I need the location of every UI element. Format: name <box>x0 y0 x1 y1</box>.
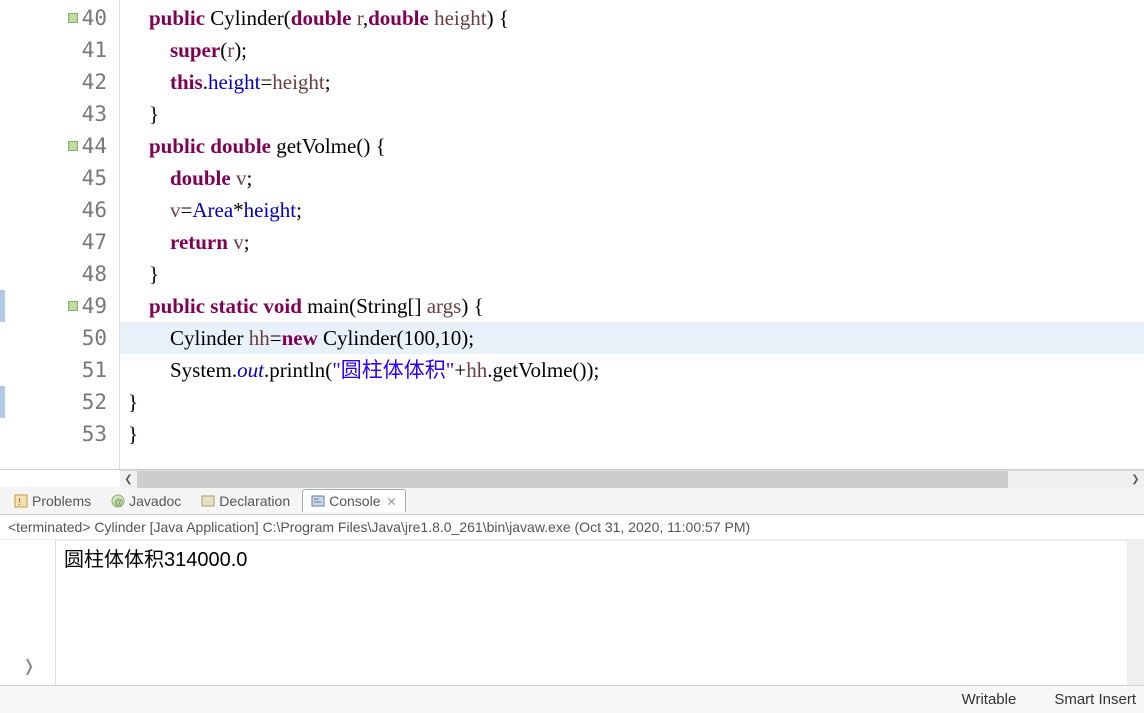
line-number[interactable]: 48 <box>0 258 119 290</box>
tab-console[interactable]: Console ⨯ <box>302 489 405 512</box>
status-writable: Writable <box>962 691 1017 708</box>
console-vertical-scrollbar[interactable] <box>1127 541 1144 690</box>
code-line[interactable]: return v; <box>120 226 1144 258</box>
code-line[interactable]: System.out.println("圆柱体体积"+hh.getVolme()… <box>120 354 1144 386</box>
tab-problems[interactable]: ! Problems <box>6 490 99 512</box>
code-line[interactable]: } <box>120 386 1144 418</box>
status-bar: Writable Smart Insert <box>0 685 1144 713</box>
code-line[interactable]: Cylinder hh=new Cylinder(100,10); <box>120 322 1144 354</box>
code-line[interactable]: this.height=height; <box>120 66 1144 98</box>
views-tabbar: ! Problems @ Javadoc Declaration Console… <box>0 487 1144 515</box>
line-number[interactable]: 43 <box>0 98 119 130</box>
code-line[interactable]: public Cylinder(double r,double height) … <box>120 2 1144 34</box>
gutter[interactable]: 4041424344454647484950515253 <box>0 0 120 469</box>
code-line[interactable]: } <box>120 418 1144 450</box>
console-body[interactable]: 圆柱体体积314000.0 <box>55 540 1144 690</box>
status-insert-mode: Smart Insert <box>1054 691 1136 708</box>
line-number[interactable]: 45 <box>0 162 119 194</box>
svg-text:@: @ <box>114 497 123 507</box>
code-line[interactable]: double v; <box>120 162 1144 194</box>
scroll-track[interactable] <box>137 471 1127 488</box>
code-line[interactable]: v=Area*height; <box>120 194 1144 226</box>
horizontal-scrollbar[interactable]: ❮ ❯ <box>120 470 1144 487</box>
tab-javadoc[interactable]: @ Javadoc <box>103 490 189 512</box>
tab-declaration[interactable]: Declaration <box>193 490 298 512</box>
method-marker-icon[interactable] <box>68 13 78 23</box>
line-number[interactable]: 49 <box>0 290 119 322</box>
method-marker-icon[interactable] <box>68 301 78 311</box>
line-number[interactable]: 44 <box>0 130 119 162</box>
problems-icon: ! <box>14 494 28 508</box>
show-view-toggle-icon[interactable]: ❭ <box>20 657 38 675</box>
quickdiff-marker <box>0 290 5 322</box>
code-line[interactable]: public static void main(String[] args) { <box>120 290 1144 322</box>
scroll-right-arrow-icon[interactable]: ❯ <box>1127 471 1144 488</box>
svg-text:!: ! <box>18 497 21 508</box>
line-number[interactable]: 53 <box>0 418 119 450</box>
console-output-line: 圆柱体体积314000.0 <box>56 541 1144 574</box>
line-number[interactable]: 40 <box>0 2 119 34</box>
scroll-left-arrow-icon[interactable]: ❮ <box>120 471 137 488</box>
console-icon <box>311 494 325 508</box>
line-number[interactable]: 46 <box>0 194 119 226</box>
console-process-header: <terminated> Cylinder [Java Application]… <box>0 515 1144 540</box>
javadoc-icon: @ <box>111 494 125 508</box>
code-area[interactable]: public Cylinder(double r,double height) … <box>120 0 1144 469</box>
code-line[interactable]: } <box>120 258 1144 290</box>
code-line[interactable]: super(r); <box>120 34 1144 66</box>
line-number[interactable]: 51 <box>0 354 119 386</box>
quickdiff-marker <box>0 386 5 418</box>
line-number[interactable]: 50 <box>0 322 119 354</box>
tab-label: Declaration <box>219 493 290 509</box>
close-icon[interactable]: ⨯ <box>385 494 397 508</box>
tab-label: Console <box>329 493 380 509</box>
method-marker-icon[interactable] <box>68 141 78 151</box>
code-editor: 4041424344454647484950515253 public Cyli… <box>0 0 1144 470</box>
line-number[interactable]: 47 <box>0 226 119 258</box>
console-view: <terminated> Cylinder [Java Application]… <box>0 515 1144 690</box>
declaration-icon <box>201 494 215 508</box>
tab-label: Javadoc <box>129 493 181 509</box>
line-number[interactable]: 42 <box>0 66 119 98</box>
scroll-thumb[interactable] <box>137 471 1008 488</box>
code-line[interactable]: public double getVolme() { <box>120 130 1144 162</box>
line-number[interactable]: 41 <box>0 34 119 66</box>
tab-label: Problems <box>32 493 91 509</box>
line-number[interactable]: 52 <box>0 386 119 418</box>
code-line[interactable]: } <box>120 98 1144 130</box>
